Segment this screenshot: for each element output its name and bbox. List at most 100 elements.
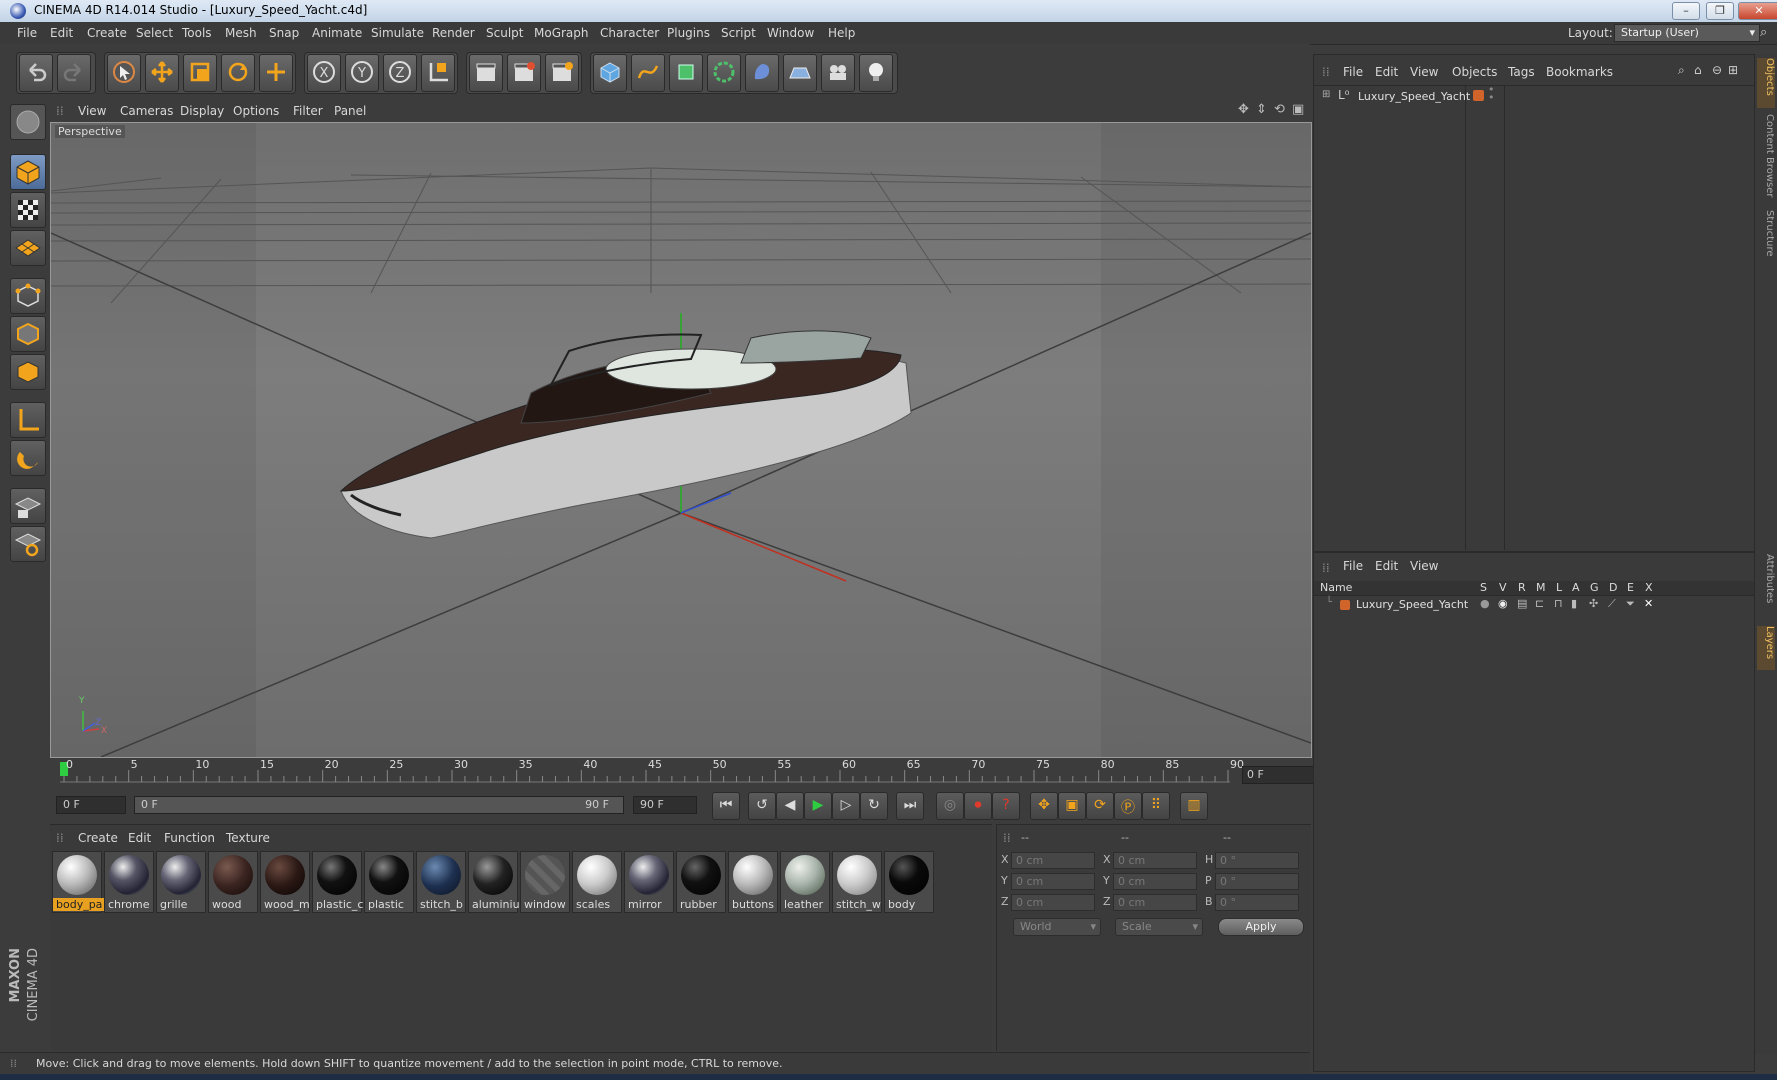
object-row[interactable]: ⊞ L⁰ Luxury_Speed_Yacht • • xyxy=(1318,84,1750,106)
manager-tree-icon[interactable]: ⊏ xyxy=(1535,597,1544,610)
viewport-maximize-icon[interactable]: ▣ xyxy=(1292,102,1304,117)
material-menu-texture[interactable]: Texture xyxy=(226,831,270,845)
workplane-mode-button[interactable] xyxy=(10,230,46,266)
menu-script[interactable]: Script xyxy=(721,26,756,40)
light-button[interactable] xyxy=(859,54,893,92)
rot-h-field[interactable]: 0 ° xyxy=(1215,852,1299,869)
snapping-button[interactable] xyxy=(10,488,46,524)
objects-menu-tags[interactable]: Tags xyxy=(1508,65,1535,79)
recent-tool-button[interactable] xyxy=(259,54,293,92)
coordinate-system-button[interactable] xyxy=(421,54,455,92)
rot-b-field[interactable]: 0 ° xyxy=(1215,894,1299,911)
panel-grip-icon[interactable]: ⁞⁞ xyxy=(1322,65,1330,79)
material-swatch[interactable]: plastic xyxy=(364,851,414,913)
expression-icon[interactable]: ⏷ xyxy=(1626,597,1635,611)
panel-grip-icon[interactable]: ⁞⁞ xyxy=(1322,561,1330,575)
pos-y-field[interactable]: 0 cm xyxy=(1011,873,1095,890)
size-x-field[interactable]: 0 cm xyxy=(1113,852,1197,869)
tab-content-browser[interactable]: Content Browser xyxy=(1757,114,1775,204)
layer-row[interactable]: └ Luxury_Speed_Yacht ● ◉ ▤ ⊏ ⊓ ▮ ✣ ⟋ ⏷ ✕ xyxy=(1314,597,1754,613)
scale-dropdown[interactable]: Scale ▾ xyxy=(1115,918,1203,936)
objects-menu-file[interactable]: File xyxy=(1343,65,1363,79)
viewport-menu-panel[interactable]: Panel xyxy=(334,104,366,118)
menu-file[interactable]: File xyxy=(17,26,37,40)
material-menu-create[interactable]: Create xyxy=(78,831,118,845)
camera-button[interactable] xyxy=(821,54,855,92)
home-icon[interactable]: ⌂ xyxy=(1694,63,1702,77)
current-frame-field[interactable]: 0 F xyxy=(1242,766,1314,784)
pos-z-field[interactable]: 0 cm xyxy=(1011,894,1095,911)
generator-icon[interactable]: ✣ xyxy=(1589,597,1598,610)
rotate-tool-button[interactable] xyxy=(221,54,255,92)
render-picture-viewer-button[interactable] xyxy=(507,54,541,92)
view-eye-icon[interactable]: ◉ xyxy=(1498,597,1508,610)
material-swatch[interactable]: scales xyxy=(572,851,622,913)
size-y-field[interactable]: 0 cm xyxy=(1113,873,1197,890)
y-axis-lock-button[interactable]: Y xyxy=(345,54,379,92)
end-frame-field[interactable]: 90 F xyxy=(633,796,697,814)
menu-create[interactable]: Create xyxy=(87,26,127,40)
record-position-button[interactable]: ✥ xyxy=(1030,792,1058,820)
record-point-level-button[interactable]: ⠿ xyxy=(1142,792,1170,820)
expand-icon[interactable]: ⊞ xyxy=(1322,89,1330,100)
start-frame-field[interactable]: 0 F xyxy=(56,796,126,814)
go-to-end-button[interactable]: ⏭ xyxy=(896,792,924,820)
material-swatch[interactable]: leather xyxy=(780,851,830,913)
locked-workplane-button[interactable] xyxy=(10,526,46,562)
deformer-button[interactable] xyxy=(745,54,779,92)
viewport-menu-display[interactable]: Display xyxy=(180,104,224,118)
size-z-field[interactable]: 0 cm xyxy=(1113,894,1197,911)
timeline-ruler[interactable]: 0 5 10 15 20 25 30 35 40 45 50 55 60 65 70 75 80 85 90 xyxy=(50,758,1310,784)
spline-button[interactable] xyxy=(631,54,665,92)
material-menu-edit[interactable]: Edit xyxy=(128,831,151,845)
material-swatch[interactable]: grille xyxy=(156,851,206,913)
layers-menu-edit[interactable]: Edit xyxy=(1375,559,1398,573)
menu-select[interactable]: Select xyxy=(136,26,173,40)
viewport-menu-view[interactable]: View xyxy=(78,104,106,118)
next-key-button[interactable]: ↻ xyxy=(860,792,888,820)
viewport-rotate-icon[interactable]: ⟲ xyxy=(1274,102,1285,117)
previous-key-button[interactable]: ↺ xyxy=(748,792,776,820)
maximize-button[interactable]: ❐ xyxy=(1706,2,1734,20)
apply-button[interactable]: Apply xyxy=(1218,918,1304,936)
menu-simulate[interactable]: Simulate xyxy=(371,26,424,40)
layers-menu-view[interactable]: View xyxy=(1410,559,1438,573)
material-swatch[interactable]: plastic_c xyxy=(312,851,363,913)
visibility-dots-icon[interactable]: • • xyxy=(1488,84,1495,103)
render-view-button[interactable] xyxy=(469,54,503,92)
panel-grip-icon[interactable]: ⁞⁞ xyxy=(1003,831,1011,845)
viewport-menu-cameras[interactable]: Cameras xyxy=(120,104,173,118)
z-axis-lock-button[interactable]: Z xyxy=(383,54,417,92)
record-scale-button[interactable]: ▣ xyxy=(1058,792,1086,820)
material-swatch[interactable]: mirror xyxy=(624,851,674,913)
perspective-viewport[interactable]: Perspective Y X Z xyxy=(50,122,1312,758)
material-swatch[interactable]: wood_m xyxy=(260,851,310,913)
keyframe-selection-button[interactable]: ? xyxy=(992,792,1020,820)
layer-color-swatch[interactable] xyxy=(1473,90,1484,101)
objects-menu-view[interactable]: View xyxy=(1410,65,1438,79)
material-swatch[interactable]: stitch_b xyxy=(416,851,466,913)
axis-mode-button[interactable] xyxy=(10,402,46,438)
new-window-icon[interactable]: ⊞ xyxy=(1728,63,1738,77)
scale-tool-button[interactable] xyxy=(183,54,217,92)
floor-button[interactable] xyxy=(783,54,817,92)
minimize-button[interactable]: – xyxy=(1672,2,1700,20)
render-settings-button[interactable] xyxy=(545,54,579,92)
animation-film-icon[interactable]: ▮ xyxy=(1571,597,1577,610)
cinema4d-app-icon[interactable] xyxy=(10,3,26,19)
world-dropdown[interactable]: World ▾ xyxy=(1013,918,1101,936)
pos-x-field[interactable]: 0 cm xyxy=(1011,852,1095,869)
search-icon[interactable]: ⌕ xyxy=(1760,25,1767,40)
tab-structure[interactable]: Structure xyxy=(1757,210,1775,270)
preview-range-slider[interactable]: 0 F 90 F xyxy=(134,796,624,814)
tab-objects[interactable]: Objects xyxy=(1757,58,1775,108)
menu-render[interactable]: Render xyxy=(432,26,475,40)
texture-mode-button[interactable] xyxy=(10,192,46,228)
layers-menu-file[interactable]: File xyxy=(1343,559,1363,573)
menu-sculpt[interactable]: Sculpt xyxy=(486,26,523,40)
menu-edit[interactable]: Edit xyxy=(50,26,73,40)
go-to-start-button[interactable]: ⏮ xyxy=(712,792,740,820)
previous-frame-button[interactable]: ◀ xyxy=(776,792,804,820)
layout-dropdown[interactable]: Startup (User) ▾ xyxy=(1614,24,1760,42)
tab-attributes[interactable]: Attributes xyxy=(1757,554,1775,620)
